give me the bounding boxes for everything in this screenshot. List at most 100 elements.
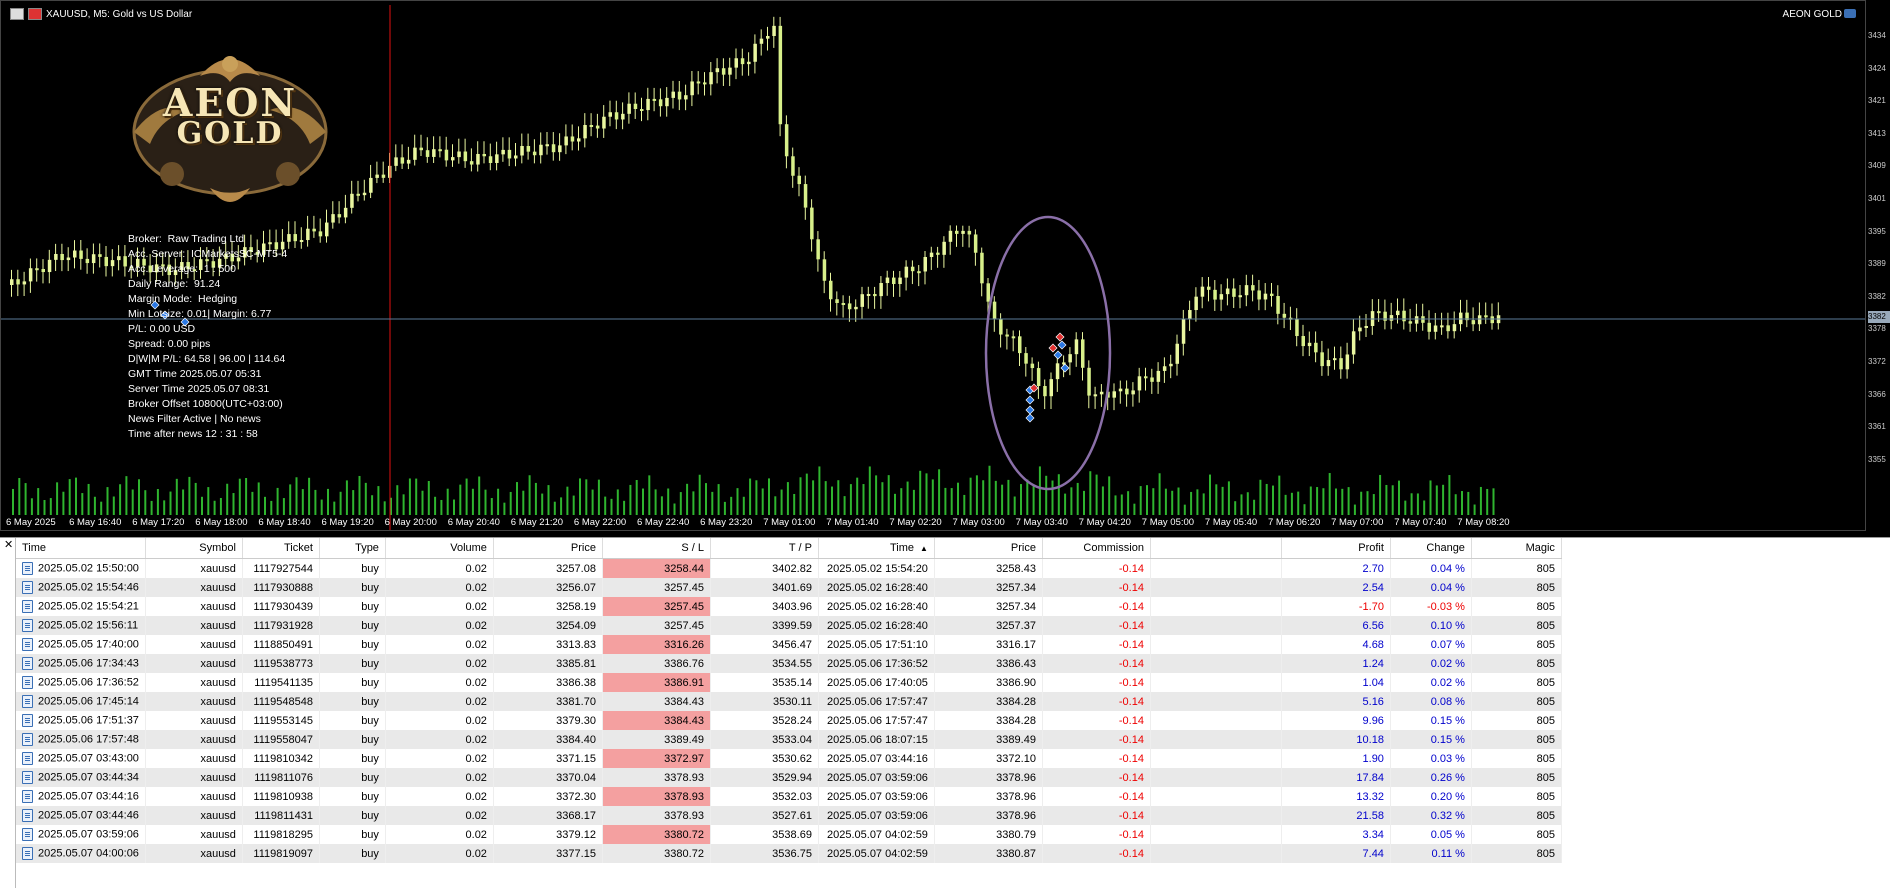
volume-bar: [1379, 474, 1382, 515]
trade-entry-marker: [1057, 340, 1067, 350]
candle: [1244, 285, 1249, 296]
history-row[interactable]: 2025.05.07 04:00:06 xauusd 1119819097 buy 0.…: [16, 844, 1562, 863]
history-cell: -0.14: [1042, 558, 1151, 578]
history-cell: 2025.05.02 16:28:40: [818, 616, 935, 635]
history-row[interactable]: 2025.05.02 15:54:21 xauusd 1117930439 buy 0.…: [16, 597, 1562, 616]
history-cell: xauusd: [145, 730, 243, 749]
history-row[interactable]: 2025.05.07 03:44:16 xauusd 1119810938 buy 0.…: [16, 787, 1562, 806]
volume-bar: [1435, 485, 1438, 515]
history-row[interactable]: 2025.05.07 03:43:00 xauusd 1119810342 buy 0.…: [16, 749, 1562, 768]
candle: [860, 294, 864, 307]
history-row[interactable]: 2025.05.02 15:50:00 xauusd 1117927544 buy 0.…: [16, 558, 1562, 578]
volume-bar: [610, 498, 613, 515]
candle: [104, 256, 108, 267]
candle: [1049, 379, 1053, 397]
column-header[interactable]: Time ▲: [818, 538, 935, 559]
history-cell: xauusd: [145, 825, 243, 844]
chart-window[interactable]: XAUUSD, M5: Gold vs US Dollar AEON GOLD …: [0, 0, 1890, 537]
history-row[interactable]: 2025.05.07 03:44:46 xauusd 1119811431 buy 0.…: [16, 806, 1562, 825]
history-cell: 0.02: [385, 673, 494, 692]
history-row[interactable]: 2025.05.06 17:45:14 xauusd 1119548548 buy 0.…: [16, 692, 1562, 711]
volume-bar: [1259, 479, 1262, 515]
toolbox-history-panel[interactable]: ✕ Time Symbol Ticket Type Volume Price S / LT …: [0, 537, 1890, 888]
volume-bar: [138, 479, 140, 515]
volume-bar: [93, 496, 96, 515]
volume-bar: [648, 475, 651, 515]
graduation-cap-icon[interactable]: [1844, 9, 1856, 18]
column-header[interactable]: T / P: [710, 538, 819, 559]
history-cell: buy: [319, 730, 386, 749]
candle: [400, 157, 405, 164]
volume-bar: [768, 478, 770, 515]
history-cell: xauusd: [145, 558, 243, 578]
column-header[interactable]: Time: [16, 538, 146, 559]
volume-bar: [1196, 489, 1199, 515]
expert-advisor-label[interactable]: AEON GOLD: [1783, 9, 1842, 20]
deal-document-icon: [22, 619, 33, 632]
candle: [961, 230, 965, 234]
history-cell: 3256.07: [493, 578, 603, 597]
candle: [432, 149, 436, 157]
column-header[interactable]: Volume: [385, 538, 494, 559]
history-row[interactable]: 2025.05.06 17:36:52 xauusd 1119541135 buy 0.…: [16, 673, 1562, 692]
column-header[interactable]: [1150, 538, 1282, 559]
sort-ascending-icon[interactable]: ▲: [920, 544, 928, 553]
candle: [847, 303, 852, 310]
column-header[interactable]: Commission: [1042, 538, 1151, 559]
volume-bar: [1221, 486, 1224, 515]
history-row[interactable]: 2025.05.02 15:54:46 xauusd 1117930888 buy 0.…: [16, 578, 1562, 597]
history-cell: buy: [319, 749, 386, 768]
history-cell: 3528.24: [710, 711, 819, 730]
candle: [54, 253, 58, 260]
history-row[interactable]: 2025.05.06 17:34:43 xauusd 1119538773 buy 0.…: [16, 654, 1562, 673]
column-header[interactable]: Price: [493, 538, 603, 559]
history-cell: 2025.05.02 16:28:40: [818, 597, 935, 616]
history-row[interactable]: 2025.05.05 17:40:00 xauusd 1118850491 buy 0.…: [16, 635, 1562, 654]
history-cell: 0.02: [385, 749, 494, 768]
time-axis[interactable]: 6 May 2025 6 May 16:40 6 May 17:20 6 May 18…: [0, 517, 1870, 531]
volume-bar: [1429, 480, 1432, 515]
history-row[interactable]: 2025.05.06 17:57:48 xauusd 1119558047 buy 0.…: [16, 730, 1562, 749]
history-cell: 3316.26: [602, 635, 711, 654]
history-cell: 3402.82: [710, 558, 819, 578]
volume-bar: [1398, 480, 1400, 515]
history-cell: 3380.72: [602, 825, 711, 844]
candle: [1219, 294, 1224, 300]
candle: [1181, 319, 1186, 344]
history-row[interactable]: 2025.05.02 15:56:11 xauusd 1117931928 buy 0.…: [16, 616, 1562, 635]
volume-bar: [1391, 485, 1394, 515]
deal-document-icon: [22, 695, 33, 708]
volume-bar: [1385, 484, 1388, 515]
history-row[interactable]: 2025.05.06 17:51:37 xauusd 1119553145 buy 0.…: [16, 711, 1562, 730]
candle: [514, 155, 518, 159]
candle: [955, 230, 959, 234]
history-cell: 3386.76: [602, 654, 711, 673]
candle: [60, 253, 64, 261]
history-row[interactable]: 2025.05.07 03:44:34 xauusd 1119811076 buy 0.…: [16, 768, 1562, 787]
column-header[interactable]: Symbol: [145, 538, 243, 559]
history-cell: buy: [319, 787, 386, 806]
history-cell: 0.02: [385, 768, 494, 787]
column-header[interactable]: Price: [934, 538, 1043, 559]
column-header[interactable]: Change: [1390, 538, 1472, 559]
history-cell: 3257.37: [934, 616, 1043, 635]
column-header[interactable]: Profit: [1281, 538, 1391, 559]
price-axis-label: 3413: [1868, 128, 1886, 138]
column-header[interactable]: Magic: [1471, 538, 1562, 559]
time-axis-label: 6 May 21:20: [510, 517, 564, 528]
history-cell: buy: [319, 692, 386, 711]
volume-bar: [528, 475, 531, 515]
history-cell: [1150, 711, 1282, 730]
history-row[interactable]: 2025.05.07 03:59:06 xauusd 1119818295 buy 0.…: [16, 825, 1562, 844]
column-header[interactable]: Ticket: [242, 538, 320, 559]
candle: [910, 266, 915, 272]
close-icon[interactable]: ✕: [4, 538, 13, 551]
history-cell: 1.90: [1281, 749, 1391, 768]
volume-bar: [1127, 491, 1130, 515]
history-cell: xauusd: [145, 616, 243, 635]
history-cell: 3538.69: [710, 825, 819, 844]
volume-bar: [534, 482, 537, 515]
price-axis[interactable]: 3434 3424 3421 3413 3409 3401 3395 3389 3382 3378…: [1866, 0, 1890, 530]
column-header[interactable]: Type: [319, 538, 386, 559]
column-header[interactable]: S / L: [602, 538, 711, 559]
